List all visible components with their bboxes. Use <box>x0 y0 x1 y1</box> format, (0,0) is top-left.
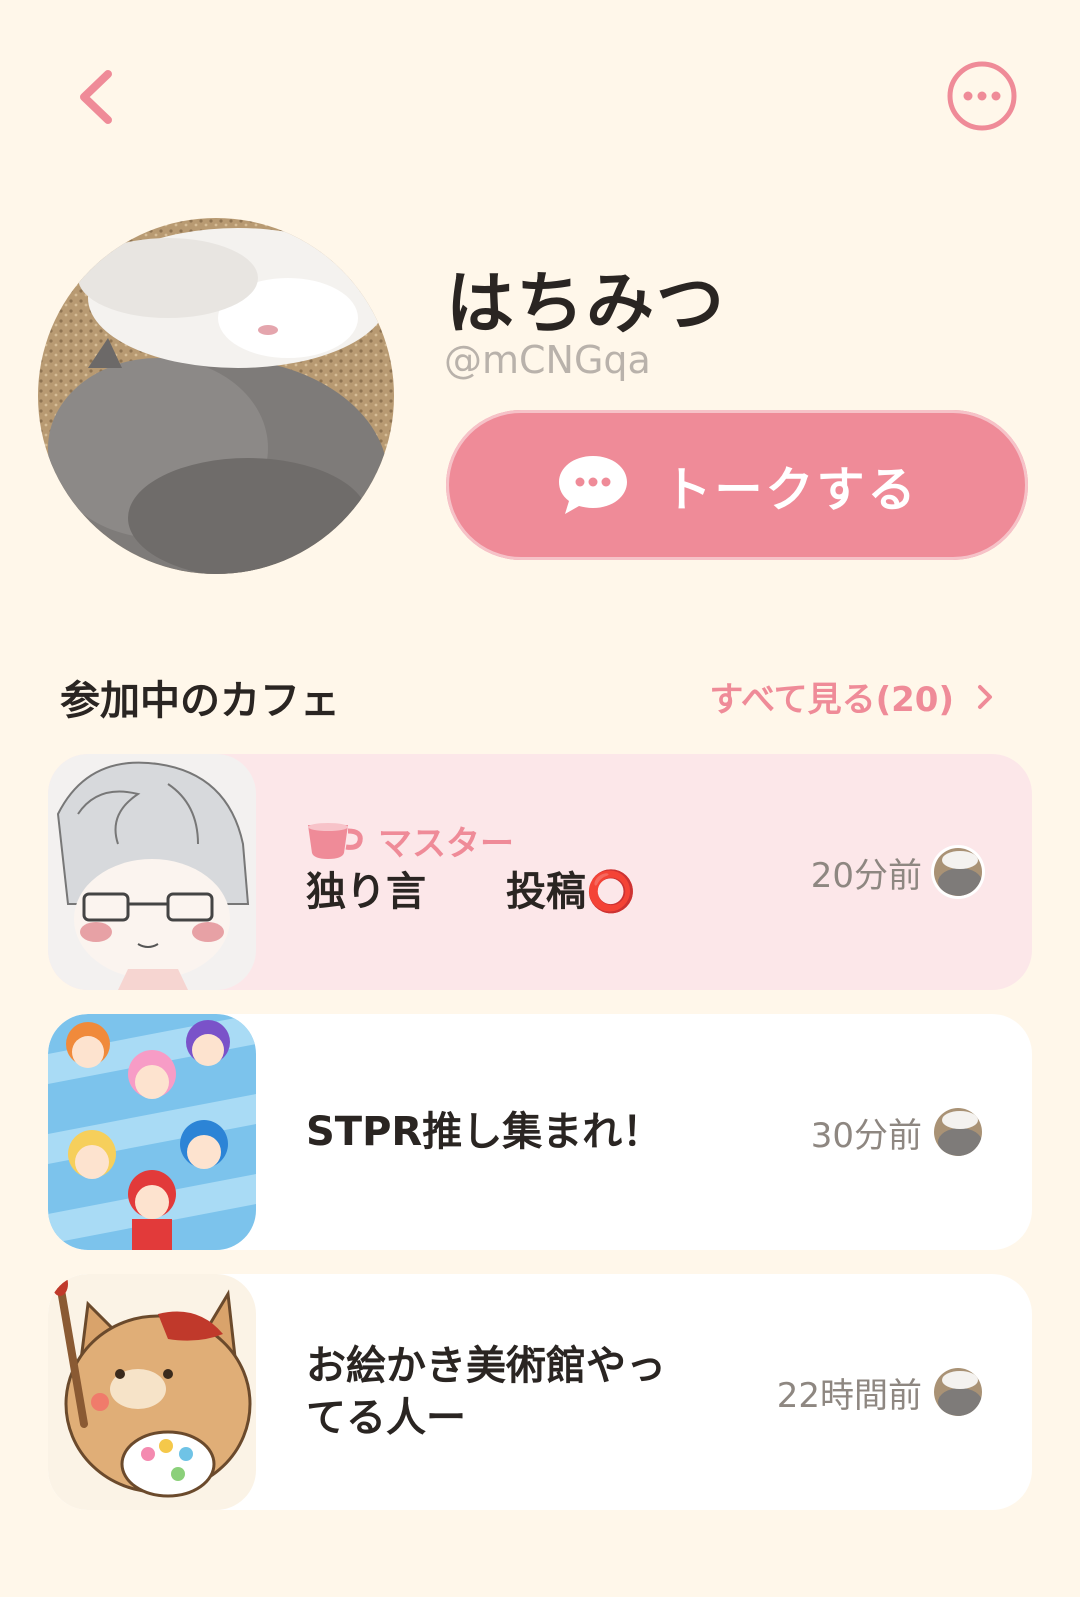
see-all-label: すべて見る(20) <box>709 680 954 720</box>
cafe-name: 独り言 投稿⭕ <box>306 869 636 915</box>
chevron-right-icon <box>978 684 992 709</box>
anime-character-thumbnail <box>48 754 256 990</box>
cafe-card[interactable]: マスター 独り言 投稿⭕ 20分前 <box>48 754 1032 990</box>
cat-photo-mini-avatar <box>934 1368 982 1416</box>
cat-photo-avatar <box>38 218 394 574</box>
cat-photo-mini-avatar <box>934 848 982 896</box>
cat-photo-mini-avatar <box>934 1108 982 1156</box>
back-button[interactable] <box>70 62 130 132</box>
profile-avatar[interactable] <box>38 218 394 574</box>
member-avatar <box>934 1108 982 1156</box>
profile-name: はちみつ <box>446 265 727 344</box>
cafe-role-badge: マスター <box>306 816 514 865</box>
talk-button[interactable]: トークする <box>446 410 1028 560</box>
group-characters-thumbnail <box>48 1014 256 1250</box>
cup-icon <box>308 822 363 859</box>
more-options-button[interactable] <box>946 60 1018 132</box>
chat-bubble-icon <box>559 456 628 514</box>
talk-button-label: トークする <box>663 462 919 518</box>
cafe-thumbnail <box>48 754 256 990</box>
cafe-name: お絵かき美術館やっ てる人ー <box>306 1343 666 1441</box>
section-title: 参加中のカフェ <box>60 678 340 724</box>
cafe-name: STPR推し集まれ！ <box>306 1109 663 1155</box>
cafe-time: 30分前 <box>810 1116 922 1156</box>
cat-painter-thumbnail <box>48 1274 256 1510</box>
more-horizontal-icon <box>947 61 1017 131</box>
member-avatar <box>934 848 982 896</box>
chevron-left-icon <box>80 70 112 124</box>
profile-handle: @mCNGqa <box>444 338 651 382</box>
cafe-thumbnail <box>48 1014 256 1250</box>
top-bar <box>0 0 1080 190</box>
member-avatar <box>934 1368 982 1416</box>
cafe-time: 20分前 <box>810 856 922 896</box>
cafe-card[interactable]: お絵かき美術館やっ てる人ー 22時間前 <box>48 1274 1032 1510</box>
see-all-link[interactable]: すべて見る(20) <box>709 672 996 721</box>
cafe-time: 22時間前 <box>776 1376 922 1416</box>
cafe-role-label: マスター <box>378 824 514 864</box>
cafe-card[interactable]: STPR推し集まれ！ 30分前 <box>48 1014 1032 1250</box>
cafe-thumbnail <box>48 1274 256 1510</box>
